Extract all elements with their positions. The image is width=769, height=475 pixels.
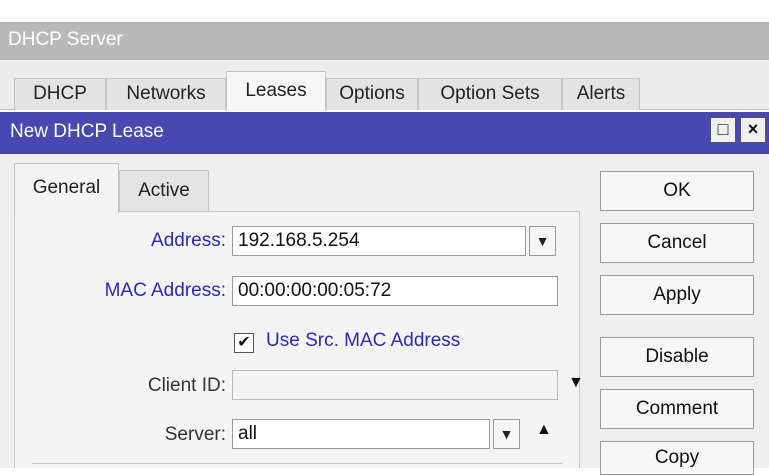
ok-button[interactable]: OK: [600, 171, 754, 211]
copy-button[interactable]: Copy: [600, 441, 754, 475]
tab-dhcp[interactable]: DHCP: [14, 78, 106, 110]
cancel-button[interactable]: Cancel: [600, 223, 754, 263]
comment-button[interactable]: Comment: [600, 389, 754, 429]
tab-active[interactable]: Active: [119, 170, 209, 212]
panel-divider: [32, 463, 562, 464]
server-select[interactable]: all: [232, 419, 490, 449]
disable-button[interactable]: Disable: [600, 337, 754, 377]
tab-options[interactable]: Options: [326, 78, 418, 110]
apply-button[interactable]: Apply: [600, 275, 754, 315]
client-id-label: Client ID:: [147, 375, 226, 396]
dropdown-toggle-icon[interactable]: ▼︎: [529, 226, 556, 256]
tab-general[interactable]: General: [14, 163, 119, 213]
tab-option-sets[interactable]: Option Sets: [418, 78, 562, 110]
outer-window-titlebar: DHCP Server: [0, 22, 769, 60]
tab-networks[interactable]: Networks: [106, 78, 226, 110]
tab-leases[interactable]: Leases: [226, 71, 326, 111]
close-icon[interactable]: ×: [740, 117, 766, 143]
restore-icon[interactable]: □: [710, 117, 736, 143]
dialog-title: New DHCP Lease: [10, 121, 164, 142]
tab-alerts[interactable]: Alerts: [562, 78, 640, 110]
address-label: Address:: [151, 230, 226, 251]
server-label: Server:: [164, 424, 226, 445]
dialog-titlebar[interactable]: New DHCP Lease: [0, 112, 769, 154]
outer-window-title: DHCP Server: [8, 29, 123, 50]
triangle-up-icon[interactable]: ▲: [536, 421, 552, 439]
address-field[interactable]: 192.168.5.254: [232, 226, 526, 256]
use-src-mac-checkbox[interactable]: ✔: [234, 333, 254, 353]
mac-address-label: MAC Address:: [104, 280, 226, 301]
client-id-field[interactable]: [232, 370, 558, 400]
mac-address-field[interactable]: 00:00:00:00:05:72: [232, 276, 558, 306]
dropdown-toggle-icon[interactable]: ▼︎: [493, 419, 520, 449]
triangle-down-icon[interactable]: ▼: [568, 374, 584, 392]
use-src-mac-label: Use Src. MAC Address: [266, 330, 461, 351]
